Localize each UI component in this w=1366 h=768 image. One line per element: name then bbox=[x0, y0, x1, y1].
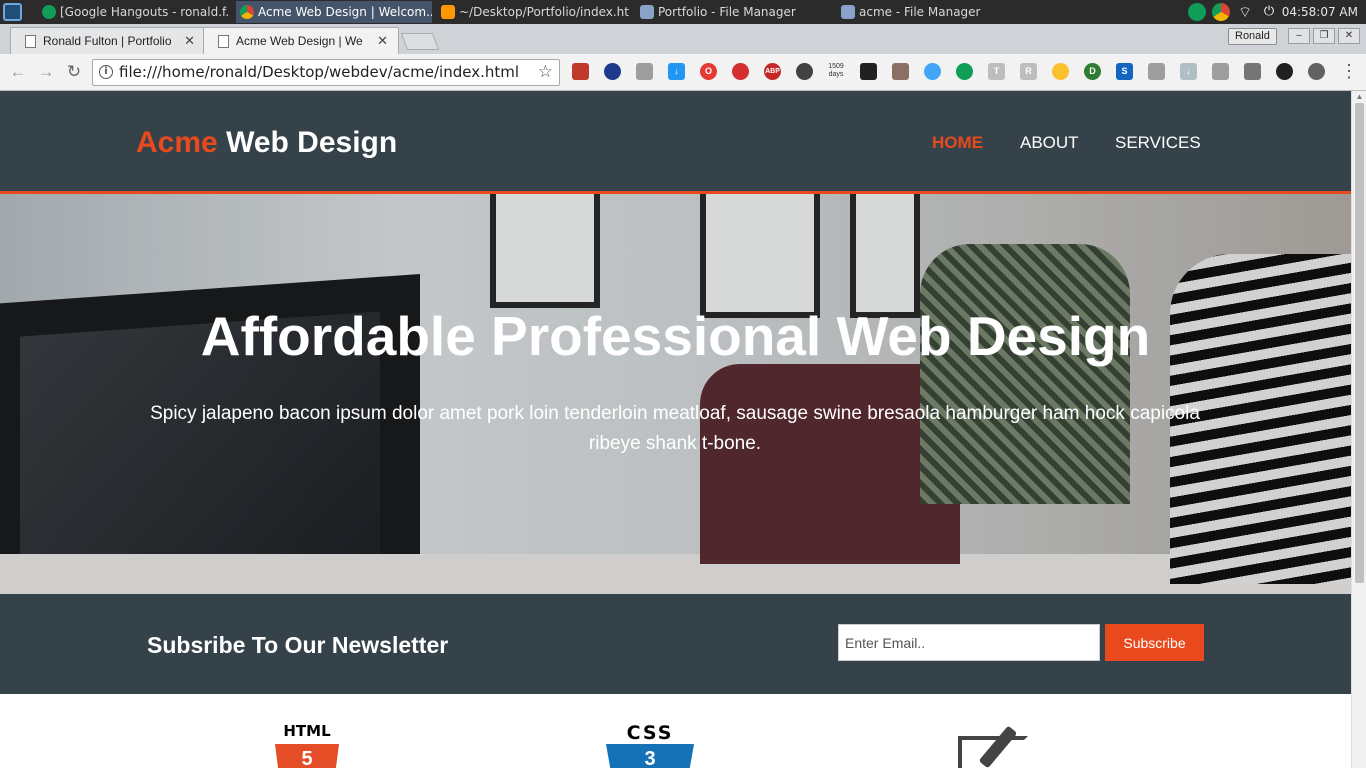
html5-logo: HTML 5 bbox=[272, 722, 342, 768]
clip-extension-icon[interactable] bbox=[892, 63, 909, 80]
reload-icon[interactable]: ↻ bbox=[64, 62, 84, 82]
info-icon[interactable]: i bbox=[99, 65, 113, 79]
page-scrollbar[interactable]: ▲ bbox=[1351, 91, 1366, 768]
down-arrow-extension-icon[interactable]: ↓ bbox=[1180, 63, 1197, 80]
css3-logo: CSS 3 bbox=[602, 722, 698, 768]
notes-extension-icon[interactable] bbox=[860, 63, 877, 80]
pulse-extension-icon[interactable] bbox=[924, 63, 941, 80]
settings-extension-icon[interactable] bbox=[1308, 63, 1325, 80]
r-extension-icon[interactable]: R bbox=[1020, 63, 1037, 80]
back-icon[interactable]: ← bbox=[8, 62, 28, 82]
cloud-extension-icon[interactable] bbox=[604, 63, 621, 80]
minimize-icon[interactable]: – bbox=[1288, 28, 1310, 44]
chrome-tray-icon[interactable] bbox=[1212, 3, 1230, 21]
showcase-title: Affordable Professional Web Design bbox=[200, 305, 1151, 367]
page-icon bbox=[25, 35, 36, 48]
close-window-icon[interactable]: ✕ bbox=[1338, 28, 1360, 44]
days-counter-extension[interactable]: 1509 days bbox=[826, 63, 846, 80]
newsletter-title: Subsribe To Our Newsletter bbox=[147, 632, 449, 658]
forward-icon[interactable]: → bbox=[36, 62, 56, 82]
taskbar-item-sublime[interactable]: ~/Desktop/Portfolio/index.ht... bbox=[437, 1, 629, 23]
page-viewport: Acme Web Design Home About Services Affo… bbox=[0, 91, 1366, 768]
power-plug-icon[interactable]: ⏻ bbox=[1260, 3, 1278, 21]
folder-icon bbox=[841, 5, 855, 19]
maximize-icon[interactable]: ❐ bbox=[1313, 28, 1335, 44]
hex-extension-icon[interactable] bbox=[1276, 63, 1293, 80]
newsletter-section: Subsribe To Our Newsletter Subscribe bbox=[0, 594, 1351, 694]
cast-extension-icon[interactable] bbox=[1148, 63, 1165, 80]
nav-link-about[interactable]: About bbox=[1020, 133, 1079, 153]
tab-acme[interactable]: Acme Web Design | We ✕ bbox=[203, 27, 399, 54]
chrome-icon bbox=[240, 5, 254, 19]
browser-menu-icon[interactable]: ⋮ bbox=[1340, 62, 1358, 80]
site-header: Acme Web Design Home About Services bbox=[0, 91, 1351, 194]
steering-wheel-icon[interactable] bbox=[796, 63, 813, 80]
nav-link-services[interactable]: Services bbox=[1115, 133, 1201, 153]
showcase-text: Spicy jalapeno bacon ipsum dolor amet po… bbox=[150, 403, 1200, 454]
taskbar-item-file-manager-portfolio[interactable]: Portfolio - File Manager bbox=[636, 1, 830, 23]
feature-boxes: HTML 5 CSS 3 bbox=[0, 694, 1351, 768]
text-extension-icon[interactable]: T bbox=[988, 63, 1005, 80]
subscribe-button[interactable]: Subscribe bbox=[1105, 624, 1204, 661]
opera-extension-icon[interactable]: O bbox=[700, 63, 717, 80]
url-text: file:///home/ronald/Desktop/webdev/acme/… bbox=[119, 63, 520, 81]
sublime-text-icon bbox=[441, 5, 455, 19]
bookmark-star-icon[interactable]: ☆ bbox=[538, 60, 553, 85]
taskbar-item-file-manager-acme[interactable]: acme - File Manager bbox=[837, 1, 1027, 23]
yellow-extension-icon[interactable] bbox=[1052, 63, 1069, 80]
scrollbar-thumb[interactable] bbox=[1355, 103, 1364, 583]
taskbar-item-hangouts[interactable]: [Google Hangouts - ronald.f... bbox=[38, 1, 230, 23]
bookmark-extension-icon[interactable] bbox=[572, 63, 589, 80]
hangouts-tray-icon[interactable] bbox=[1188, 3, 1206, 21]
id-extension-icon[interactable]: D bbox=[1084, 63, 1101, 80]
browser-toolbar: ← → ↻ i file:///home/ronald/Desktop/webd… bbox=[0, 54, 1366, 91]
taskbar-item-chrome[interactable]: Acme Web Design | Welcom... bbox=[236, 1, 432, 23]
adblock-icon[interactable]: ABP bbox=[764, 63, 781, 80]
camera-extension-icon[interactable] bbox=[1212, 63, 1229, 80]
hangouts-icon bbox=[42, 5, 56, 19]
tab-portfolio[interactable]: Ronald Fulton | Portfolio ✕ bbox=[10, 27, 206, 54]
address-bar[interactable]: i file:///home/ronald/Desktop/webdev/acm… bbox=[92, 59, 560, 86]
scroll-up-icon[interactable]: ▲ bbox=[1352, 92, 1366, 101]
profile-button[interactable]: Ronald bbox=[1228, 28, 1277, 45]
folder-icon bbox=[640, 5, 654, 19]
app-menu-icon[interactable] bbox=[3, 3, 22, 21]
browser-tab-strip: Ronald Fulton | Portfolio ✕ Acme Web Des… bbox=[0, 24, 1366, 54]
nav-link-home[interactable]: Home bbox=[932, 133, 983, 153]
layers-extension-icon[interactable] bbox=[1244, 63, 1261, 80]
close-tab-icon[interactable]: ✕ bbox=[377, 28, 388, 54]
close-tab-icon[interactable]: ✕ bbox=[184, 28, 195, 54]
css3-shield: 3 bbox=[606, 744, 694, 768]
showcase-hero: Affordable Professional Web Design Spicy… bbox=[0, 194, 1351, 594]
os-taskbar: [Google Hangouts - ronald.f... Acme Web … bbox=[0, 0, 1366, 24]
mail-extension-icon[interactable] bbox=[636, 63, 653, 80]
design-brush-logo bbox=[952, 722, 1040, 768]
new-tab-button[interactable] bbox=[400, 33, 440, 50]
wifi-icon[interactable]: ⌔ bbox=[1236, 3, 1254, 21]
s-extension-icon[interactable]: S bbox=[1116, 63, 1133, 80]
hangouts-extension-icon[interactable] bbox=[956, 63, 973, 80]
counter-extension-icon[interactable] bbox=[732, 63, 749, 80]
download-extension-icon[interactable]: ↓ bbox=[668, 63, 685, 80]
html5-shield: 5 bbox=[275, 744, 339, 768]
hero-overlay bbox=[0, 194, 1351, 594]
site-logo[interactable]: Acme Web Design bbox=[136, 126, 397, 160]
page-icon bbox=[218, 35, 229, 48]
clock[interactable]: 04:58:07 AM bbox=[1282, 0, 1358, 24]
email-input[interactable] bbox=[838, 624, 1100, 661]
